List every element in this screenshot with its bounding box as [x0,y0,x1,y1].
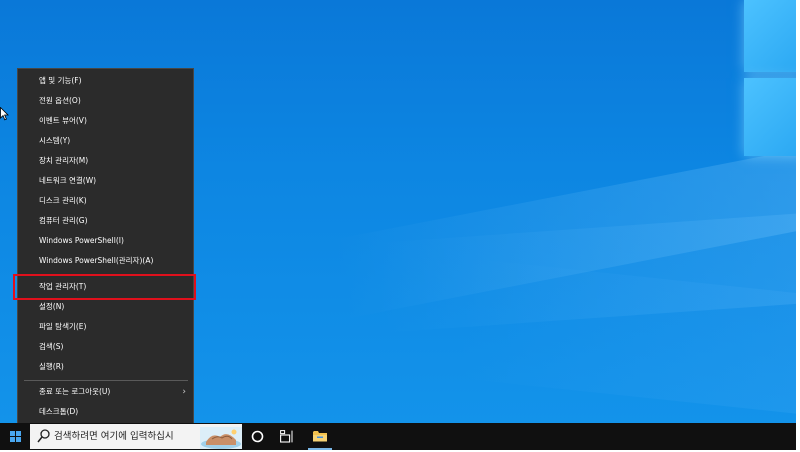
menu-item-file-explorer[interactable]: 파일 탐색기(E) [18,317,193,337]
menu-item-powershell[interactable]: Windows PowerShell(I) [18,231,193,251]
menu-item-powershell-admin[interactable]: Windows PowerShell(관리자)(A) [18,251,193,271]
menu-item-apps-features[interactable]: 앱 및 기능(F) [18,71,193,91]
menu-item-device-manager[interactable]: 장치 관리자(M) [18,151,193,171]
active-app-indicator [308,448,332,450]
menu-item-label: 데스크톱(D) [39,407,79,416]
menu-item-label: 검색(S) [39,342,64,351]
timeline-icon[interactable] [280,430,294,443]
search-placeholder: 검색하려면 여기에 입력하십시 [54,431,174,442]
menu-item-disk-management[interactable]: 디스크 관리(K) [18,191,193,211]
menu-item-label: 이벤트 뷰어(V) [39,116,87,125]
menu-item-label: 전원 옵션(O) [39,96,81,105]
menu-item-desktop[interactable]: 데스크톱(D) [18,402,193,422]
menu-separator [24,380,188,381]
folder-icon [313,431,327,442]
menu-item-settings[interactable]: 설정(N) [18,297,193,317]
menu-item-search[interactable]: 검색(S) [18,337,193,357]
menu-item-label: 파일 탐색기(E) [39,322,87,331]
menu-item-label: 디스크 관리(K) [39,196,87,205]
wallpaper-logo-pane [744,78,796,156]
menu-item-label: Windows PowerShell(관리자)(A) [39,256,154,265]
search-icon [37,429,50,443]
screen: 앱 및 기능(F) 전원 옵션(O) 이벤트 뷰어(V) 시스템(Y) 장치 관… [0,0,800,452]
menu-item-event-viewer[interactable]: 이벤트 뷰어(V) [18,111,193,131]
wallpaper-logo-pane [744,0,796,72]
menu-item-label: 컴퓨터 관리(G) [39,216,88,225]
menu-item-label: 실행(R) [39,362,64,371]
light-beam [378,210,796,333]
taskbar: 검색하려면 여기에 입력하십시 [0,423,796,450]
light-beam [455,258,796,420]
search-highlight-illustration [200,427,242,449]
task-view-icon[interactable] [251,430,264,443]
menu-item-label: 시스템(Y) [39,136,71,145]
menu-item-label: 설정(N) [39,302,65,311]
mouse-cursor-icon [0,107,9,121]
menu-item-computer-management[interactable]: 컴퓨터 관리(G) [18,211,193,231]
winx-context-menu: 앱 및 기능(F) 전원 옵션(O) 이벤트 뷰어(V) 시스템(Y) 장치 관… [17,68,194,424]
menu-item-system[interactable]: 시스템(Y) [18,131,193,151]
start-button[interactable] [0,423,30,450]
menu-item-power-options[interactable]: 전원 옵션(O) [18,91,193,111]
taskbar-search-box[interactable]: 검색하려면 여기에 입력하십시 [30,424,242,449]
menu-item-label: 앱 및 기능(F) [39,76,82,85]
chevron-right-icon: › [182,387,186,397]
menu-item-label: 장치 관리자(M) [39,156,89,165]
menu-item-label: 종료 또는 로그아웃(U) [39,387,111,396]
menu-item-network-connections[interactable]: 네트워크 연결(W) [18,171,193,191]
task-manager-highlight-box [13,274,196,300]
light-beam [331,140,796,319]
file-explorer-taskbar-button[interactable] [306,423,334,450]
menu-item-run[interactable]: 실행(R) [18,357,193,377]
menu-item-shutdown-signout[interactable]: 종료 또는 로그아웃(U) › [18,382,193,402]
windows-logo-icon [10,431,21,442]
menu-item-label: Windows PowerShell(I) [39,236,124,245]
menu-item-label: 네트워크 연결(W) [39,176,97,185]
